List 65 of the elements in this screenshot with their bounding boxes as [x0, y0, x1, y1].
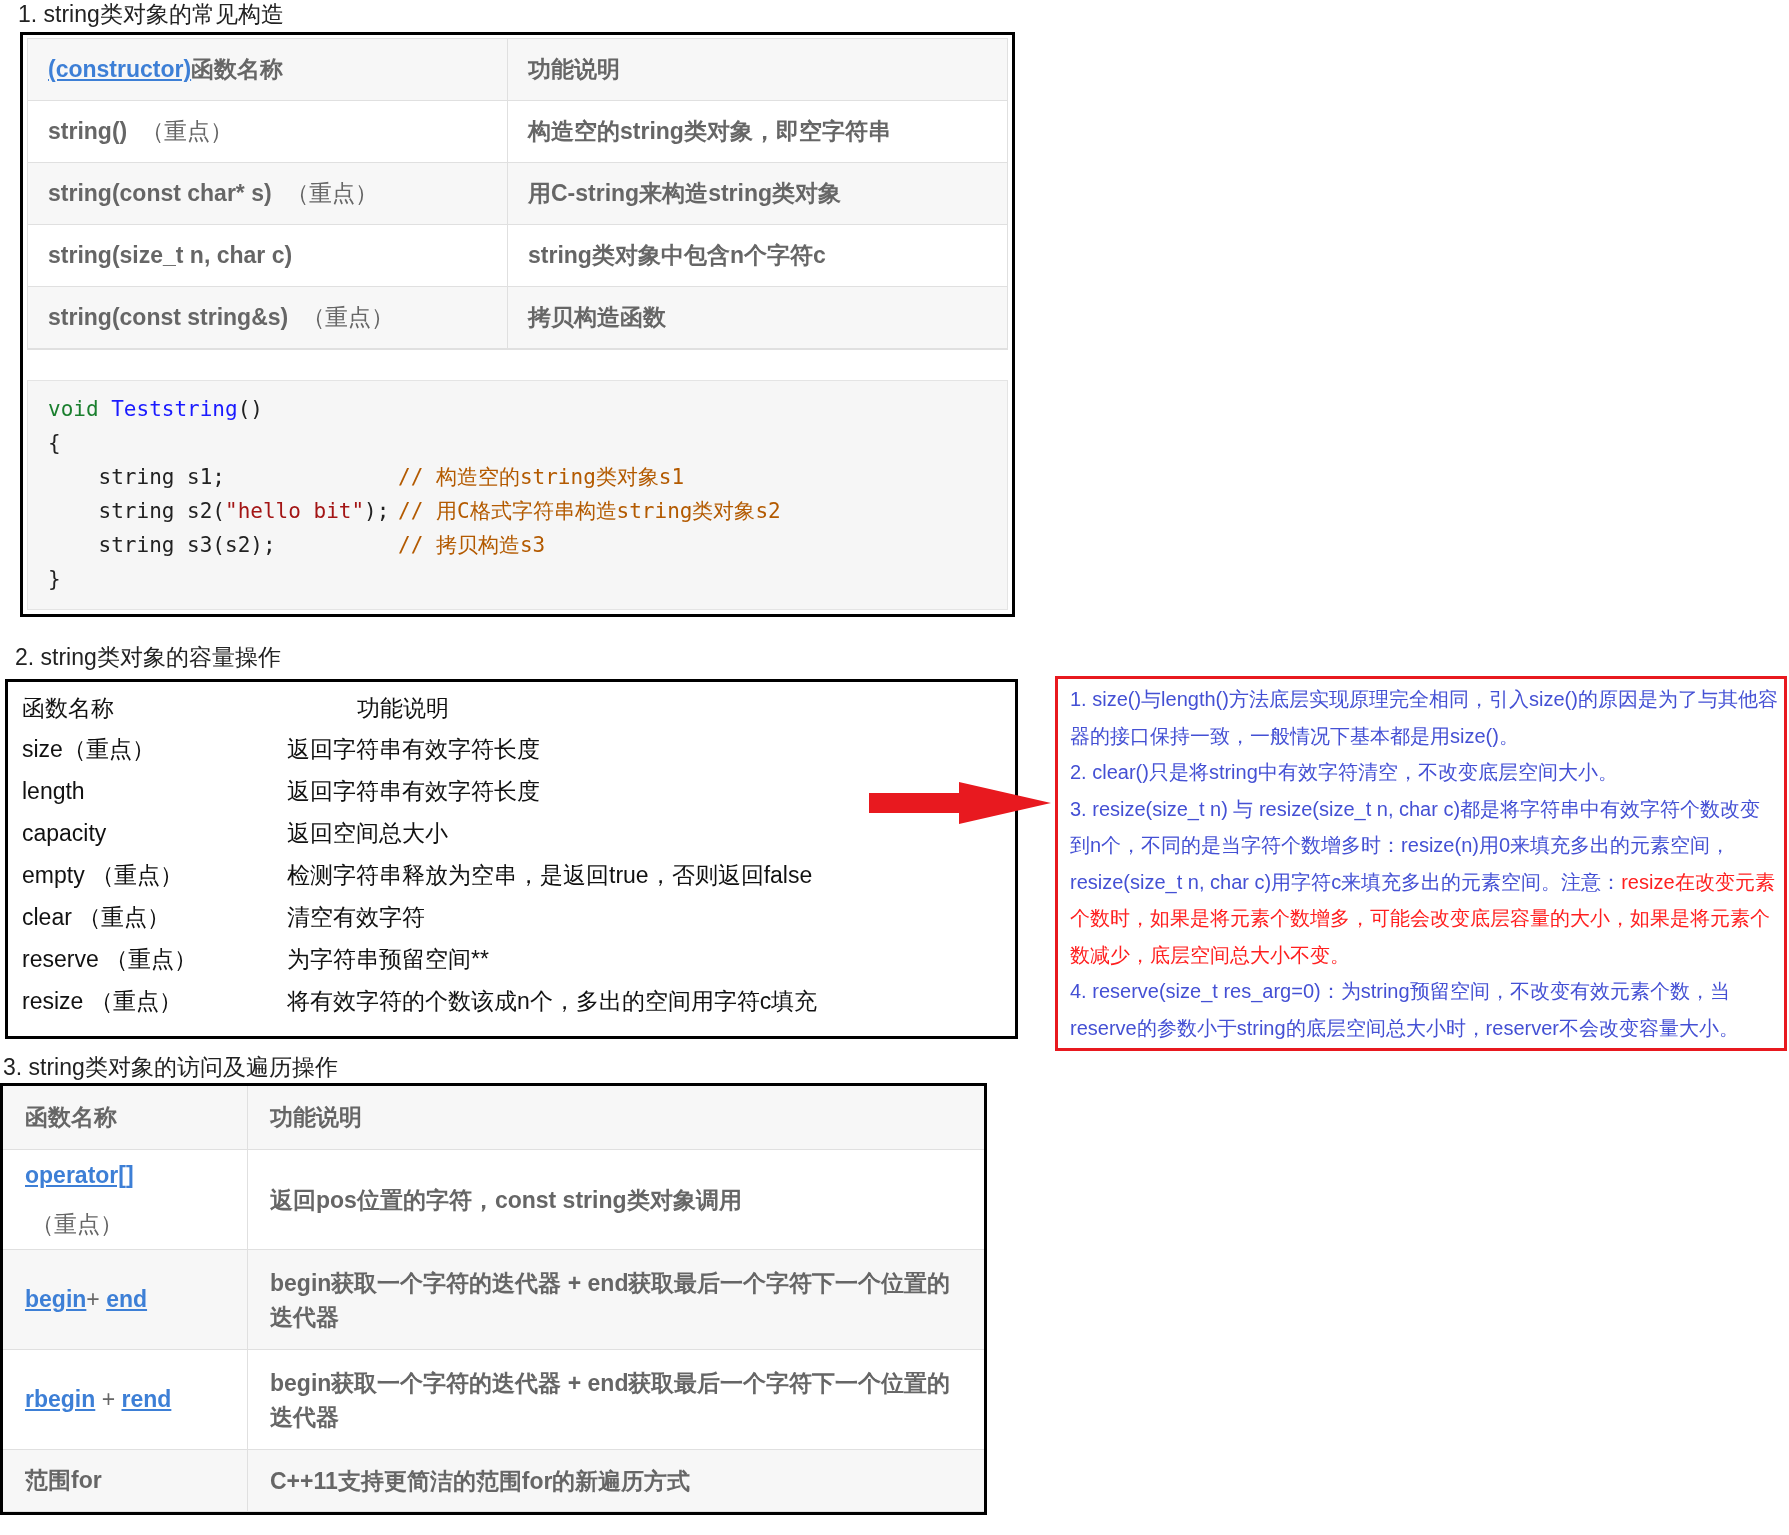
code-text: } — [48, 566, 61, 594]
code-comment: // 构造空的string类对象s1 — [398, 464, 685, 492]
header-cell: 函数名称 — [3, 1086, 248, 1149]
table-cell-text: 构造空的string类对象，即空字符串 — [526, 117, 892, 147]
note-label: （重点） — [302, 303, 395, 333]
code-text: { — [48, 430, 61, 458]
code-comment: // 用C格式字符串构造string类对象s2 — [398, 498, 781, 526]
table-cell-text: 用C-string来构造string类对象 — [527, 179, 843, 209]
name-text: 范围for — [25, 1466, 102, 1496]
code-comment: // 拷贝构造s3 — [398, 532, 546, 560]
table-cell-text: begin获取一个字符的迭代器 + end获取最后一个字符下一个位置的迭代器 — [269, 1368, 952, 1432]
description-text: 返回字符串有效字符长度 — [287, 734, 540, 764]
column-header: 函数名称 — [22, 693, 115, 723]
code-keyword: void — [48, 396, 99, 424]
function-name: string() — [48, 117, 128, 147]
function-name: empty （重点） — [22, 860, 185, 890]
function-link[interactable]: operator[] — [25, 1157, 134, 1192]
header-cell-text: 功能说明 — [269, 1103, 363, 1133]
function-link[interactable]: rbegin — [25, 1382, 96, 1417]
code-text: string s3(s2); — [97, 532, 276, 560]
description-text: 将有效字符的个数该成n个，多出的空间用字符c填充 — [287, 986, 818, 1016]
header-cell-text: 功能说明 — [527, 55, 621, 85]
description-text: 返回空间总大小 — [287, 818, 448, 848]
function-name: capacity — [22, 818, 108, 848]
table-cell-text: 返回pos位置的字符，const string类对象调用 — [269, 1185, 743, 1215]
table-cell-text: string类对象中包含n个字符c — [527, 241, 827, 271]
function-name: resize （重点） — [22, 986, 183, 1016]
description-text: 检测字符串释放为空串，是返回true，否则返回false — [287, 860, 813, 890]
function-name: size（重点） — [22, 734, 156, 764]
code-text: string s2( — [97, 498, 225, 526]
name-text: + — [100, 1385, 117, 1415]
description-text: 为字符串预留空间** — [287, 944, 489, 974]
table-cell-text: C++11支持更简洁的范围for的新遍历方式 — [269, 1466, 692, 1496]
table-cell-text: 拷贝构造函数 — [526, 303, 667, 333]
note-paragraph: 4. reserve(size_t res_arg=0)：为string预留空间，不改变有效元素个数，当reserve的参数小于string的底层空间总大小时，reserver不会改变容量大小。 — [1070, 979, 1740, 1041]
note-paragraph: 1. size()与length()方法底层实现原理完全相同，引入size()的原因是为了与其他容器的接口保持一致，一般情况下基本都是用size()。 — [1070, 687, 1778, 749]
code-function: Teststring — [111, 396, 238, 424]
function-name: length — [22, 776, 86, 806]
section-heading: 1. string类对象的常见构造 — [17, 0, 285, 29]
name-text: （重点） — [30, 1210, 124, 1239]
note-label: （重点） — [285, 179, 378, 209]
function-name: reserve （重点） — [22, 944, 199, 974]
code-text: string s1; — [97, 464, 225, 492]
function-link[interactable]: begin — [25, 1282, 87, 1317]
description-text: 清空有效字符 — [287, 902, 425, 932]
note-label: （重点） — [141, 117, 234, 147]
name-text: + — [86, 1285, 101, 1315]
constructor-link[interactable]: (constructor) — [48, 52, 192, 87]
function-name: string(const char* s) — [48, 179, 272, 209]
function-link[interactable]: end — [106, 1282, 148, 1317]
table-cell-text: begin获取一个字符的迭代器 + end获取最后一个字符下一个位置的迭代器 — [269, 1268, 952, 1332]
note-paragraph: 2. clear()只是将string中有效字符清空，不改变底层空间大小。 — [1070, 760, 1619, 785]
column-header: 功能说明 — [357, 693, 449, 723]
function-name: string(const string&s) — [48, 303, 289, 333]
function-link[interactable]: rend — [121, 1382, 172, 1417]
section-heading: 3. string类对象的访问及遍历操作 — [2, 1053, 339, 1082]
description-text: 返回字符串有效字符长度 — [287, 776, 540, 806]
code-string: "hello bit" — [225, 498, 365, 526]
code-text: () — [237, 396, 263, 424]
note-paragraph: 3. resize(size_t n) 与 resize(size_t n, char c)都是将字符串中有效字符个数改变到n个，不同的是当字符个数增多时：resize(n)用0来填充多出的元素空间，resize(size_t n, char c)用字符c来填充多出的元素空间。注意：resize在改变元素个数时，如果是将元素个数增多，可能会改变底层容量的大小，如果是将元素个数减少，底层空间总大小不变。 — [1070, 796, 1776, 968]
header-label: 函数名称 — [191, 55, 284, 85]
function-name: string(size_t n, char c) — [48, 241, 293, 271]
section-heading: 2. string类对象的容量操作 — [14, 643, 282, 672]
function-name: clear （重点） — [22, 902, 172, 932]
code-text: ); — [364, 498, 390, 526]
